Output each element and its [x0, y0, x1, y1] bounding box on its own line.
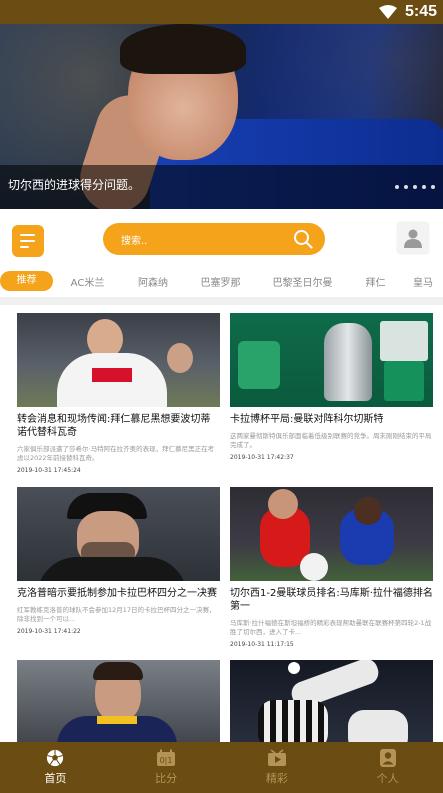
nav-label: 个人 — [376, 772, 399, 785]
thumb-shape — [93, 662, 143, 680]
pager-dot[interactable] — [413, 185, 417, 189]
article-date: 2019-10-31 11:17:15 — [230, 641, 294, 648]
article-thumbnail — [17, 487, 220, 581]
nav-scores[interactable]: 0|1 比分 — [111, 742, 222, 793]
thumb-shape — [37, 557, 187, 581]
category-tabs: 推荐 AC米兰 阿森纳 巴塞罗那 巴黎圣日尔曼 拜仁 皇马 — [0, 269, 443, 293]
banner-player-hair — [120, 24, 246, 74]
article-card[interactable]: 卡拉博杯平局:曼联对阵科尔切斯特 这两家曼彻斯特俱乐部面临着低级别联赛的竞争。周… — [230, 313, 433, 461]
article-summary: 红军教练克洛普的球队不会参加12月17日的卡拉巴杯四分之一决赛，除非找到一个可以… — [17, 606, 216, 623]
thumb-shape — [288, 662, 300, 674]
nav-label: 首页 — [44, 772, 67, 785]
banner-pager — [395, 185, 435, 189]
thumb-shape — [97, 716, 137, 724]
article-summary: 六家俱乐部派遣了莎希尔·马特阿在拉齐奥的表现，拜仁慕尼黑正在考虑以2022年前接… — [17, 445, 215, 462]
article-date: 2019-10-31 17:45:24 — [17, 467, 81, 474]
thumb-shape — [324, 323, 372, 401]
nav-profile[interactable]: 个人 — [332, 742, 443, 793]
article-thumbnail — [230, 660, 433, 754]
nav-highlights[interactable]: 精彩 — [222, 742, 333, 793]
article-thumbnail — [230, 487, 433, 581]
thumb-shape — [300, 553, 328, 581]
tab-bayern[interactable]: 拜仁 — [348, 274, 403, 289]
article-thumbnail — [17, 313, 220, 407]
menu-line — [20, 246, 29, 248]
search-placeholder: 搜索.. — [121, 235, 148, 247]
video-icon — [267, 749, 286, 766]
pager-dot[interactable] — [431, 185, 435, 189]
tab-real-madrid[interactable]: 皇马 — [403, 274, 443, 289]
search-icon[interactable] — [293, 229, 313, 249]
thumb-shape — [92, 368, 132, 382]
soccer-ball-icon — [47, 749, 64, 767]
article-thumbnail — [17, 660, 220, 754]
article-title: 克洛普暗示要抵制参加卡拉巴杯四分之一决赛 — [17, 588, 217, 599]
section-divider — [0, 297, 443, 305]
thumb-shape — [354, 497, 382, 525]
nav-home[interactable]: 首页 — [0, 742, 111, 793]
article-title: 切尔西1-2曼联球员排名:马库斯·拉什福德排名第一 — [230, 588, 433, 612]
article-card[interactable]: 转会消息和现场传闻:拜仁慕尼黑想要波切蒂诺代替科瓦奇 六家俱乐部派遣了莎希尔·马… — [17, 313, 220, 474]
thumb-shape — [268, 489, 298, 519]
article-date: 2019-10-31 17:41:22 — [17, 628, 81, 635]
status-bar: 5:45 — [0, 0, 443, 24]
status-time: 5:45 — [404, 3, 437, 20]
article-summary: 马库斯·拉什福德在斯坦福桥的精彩表现帮助曼联在联赛杯第四轮2-1战胜了切尔西，进… — [230, 619, 432, 636]
menu-button[interactable] — [12, 225, 44, 257]
pager-dot[interactable] — [395, 185, 399, 189]
article-summary: 这两家曼彻斯特俱乐部面临着低级别联赛的竞争。周末刚刚结束的平局完成了。 — [230, 432, 432, 449]
bottom-nav: 首页 0|1 比分 精彩 个人 — [0, 742, 443, 793]
article-title: 卡拉博杯平局:曼联对阵科尔切斯特 — [230, 414, 384, 425]
person-icon — [379, 749, 396, 767]
tab-arsenal[interactable]: 阿森纳 — [122, 274, 184, 289]
article-card[interactable]: 克洛普暗示要抵制参加卡拉巴杯四分之一决赛 红军教练克洛普的球队不会参加12月17… — [17, 487, 220, 635]
article-card[interactable]: 切尔西1-2曼联球员排名:马库斯·拉什福德排名第一 马库斯·拉什福德在斯坦福桥的… — [230, 487, 433, 648]
menu-line — [20, 240, 35, 242]
search-bar-row: 搜索.. — [0, 209, 443, 269]
svg-text:0|1: 0|1 — [160, 756, 173, 765]
thumb-shape — [238, 341, 280, 389]
banner-caption: 切尔西的进球得分问题。 — [8, 178, 141, 192]
nav-label: 比分 — [155, 772, 178, 785]
hero-banner[interactable]: 切尔西的进球得分问题。 — [0, 24, 443, 209]
thumb-shape — [380, 321, 428, 361]
tab-ac-milan[interactable]: AC米兰 — [53, 274, 122, 289]
menu-line — [20, 234, 35, 236]
nav-label: 精彩 — [265, 772, 288, 785]
pager-dot[interactable] — [422, 185, 426, 189]
thumb-shape — [167, 343, 193, 373]
thumb-shape — [384, 361, 424, 401]
scoreboard-icon: 0|1 — [157, 749, 176, 766]
tab-barcelona[interactable]: 巴塞罗那 — [184, 274, 257, 289]
profile-button[interactable] — [397, 222, 429, 254]
tab-psg[interactable]: 巴黎圣日尔曼 — [257, 274, 348, 289]
pager-dot[interactable] — [404, 185, 408, 189]
tab-recommended[interactable]: 推荐 — [0, 271, 53, 291]
article-date: 2019-10-31 17:42:37 — [230, 454, 294, 461]
search-input[interactable]: 搜索.. — [103, 223, 325, 255]
article-thumbnail — [230, 313, 433, 407]
wifi-icon — [378, 5, 397, 19]
person-icon — [404, 229, 422, 248]
article-title: 转会消息和现场传闻:拜仁慕尼黑想要波切蒂诺代替科瓦奇 — [17, 414, 211, 438]
